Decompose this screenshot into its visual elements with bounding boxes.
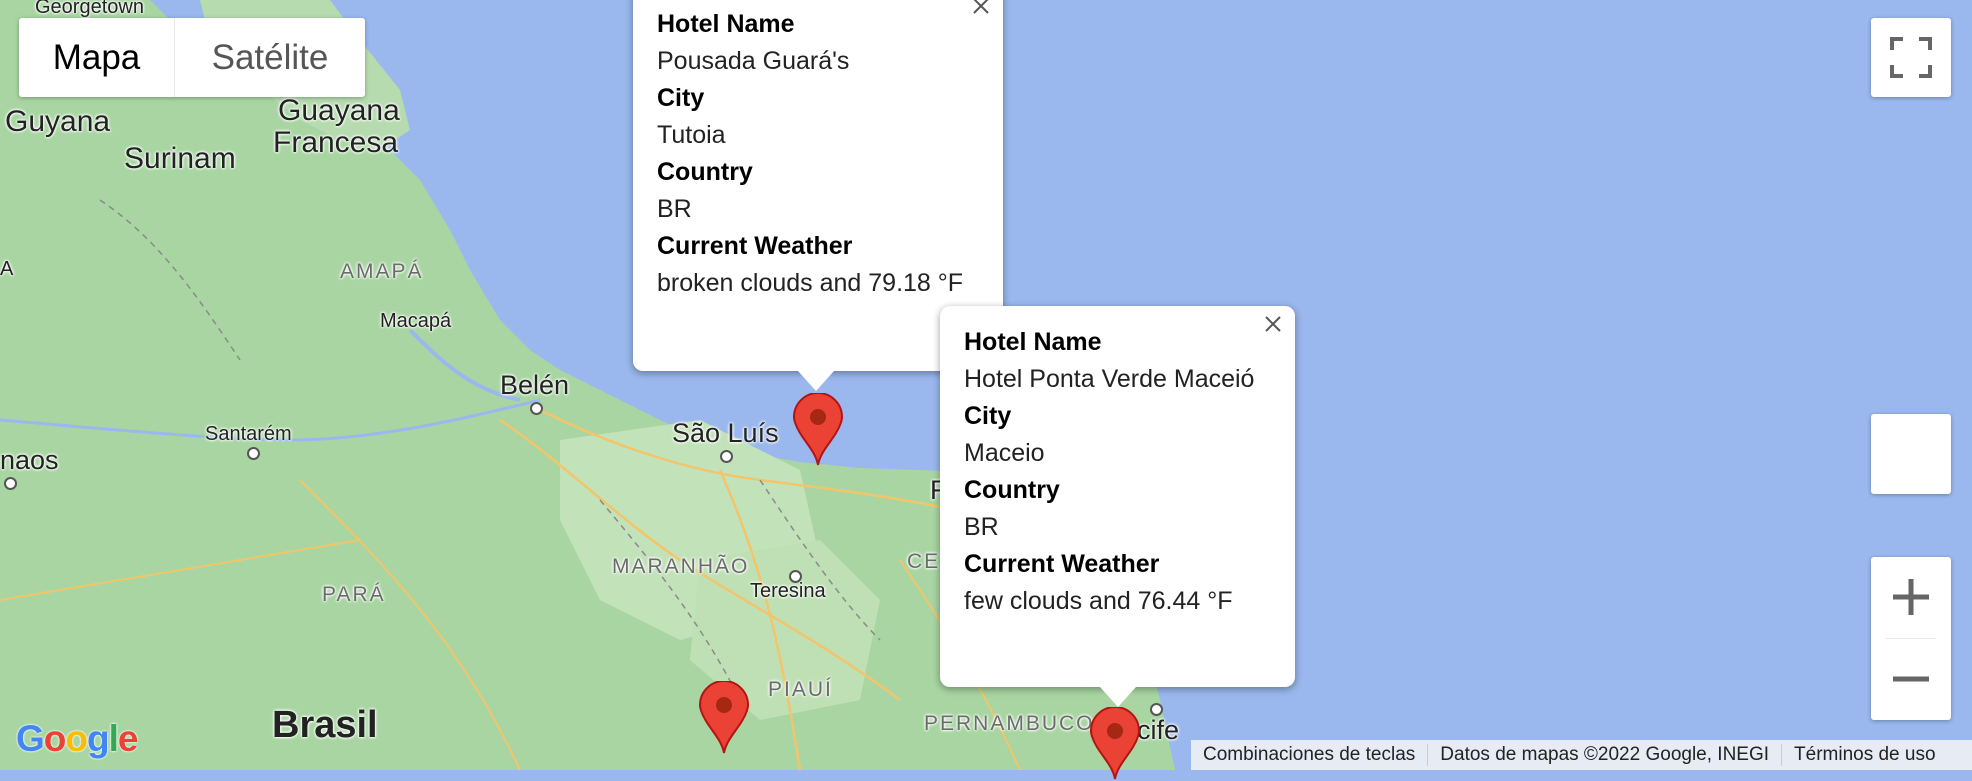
city-label: City bbox=[964, 402, 1012, 430]
city-dot-manaos bbox=[4, 477, 17, 490]
country-value: BR bbox=[964, 513, 999, 541]
label-surinam: Surinam bbox=[124, 142, 236, 175]
map-data-attribution: Datos de mapas ©2022 Google, INEGI bbox=[1427, 744, 1781, 766]
label-guayana-francesa-1: Guayana bbox=[278, 94, 400, 127]
weather-label: Current Weather bbox=[657, 232, 853, 260]
weather-value: broken clouds and 79.18 °F bbox=[657, 269, 964, 297]
country-label: Country bbox=[657, 158, 753, 186]
label-belen: Belén bbox=[500, 370, 570, 400]
label-guyana: Guyana bbox=[5, 105, 111, 138]
city-dot-teresina bbox=[789, 570, 802, 583]
logo-letter: o bbox=[65, 718, 88, 759]
label-ce: CE bbox=[907, 550, 941, 573]
info-window-maceio: Hotel Name Hotel Ponta Verde Maceió City… bbox=[940, 306, 1295, 707]
fullscreen-button[interactable] bbox=[1871, 18, 1951, 97]
city-dot-recife bbox=[1150, 703, 1163, 716]
hotel-name-label: Hotel Name bbox=[964, 328, 1102, 356]
label-sao-luis: São Luís bbox=[672, 418, 779, 448]
hotel-name-value: Pousada Guará's bbox=[657, 47, 850, 75]
keyboard-shortcuts-link[interactable]: Combinaciones de teclas bbox=[1191, 744, 1427, 766]
pegman-control[interactable] bbox=[1871, 414, 1951, 494]
weather-value: few clouds and 76.44 °F bbox=[964, 587, 1233, 615]
label-manaos: naos bbox=[0, 445, 59, 475]
info-window-content: Hotel Name Hotel Ponta Verde Maceió City… bbox=[940, 306, 1295, 620]
hotel-name-label: Hotel Name bbox=[657, 10, 795, 38]
map-marker-tutoia[interactable] bbox=[792, 393, 844, 467]
city-value: Maceio bbox=[964, 439, 1045, 467]
label-brasil: Brasil bbox=[272, 704, 378, 746]
zoom-out-icon[interactable] bbox=[1871, 639, 1951, 720]
info-window-tail bbox=[798, 371, 834, 391]
info-window-content: Hotel Name Pousada Guará's City Tutoia C… bbox=[633, 0, 1003, 302]
map-type-satellite-button[interactable]: Satélite bbox=[175, 18, 365, 97]
fullscreen-icon bbox=[1890, 37, 1932, 78]
zoom-control bbox=[1871, 557, 1951, 720]
label-a-edge: A bbox=[0, 258, 14, 280]
logo-letter: G bbox=[16, 718, 45, 759]
label-guayana-francesa-2: Francesa bbox=[273, 126, 399, 159]
weather-label: Current Weather bbox=[964, 550, 1160, 578]
map-marker-inland[interactable] bbox=[698, 681, 750, 755]
hotel-name-value: Hotel Ponta Verde Maceió bbox=[964, 365, 1255, 393]
country-value: BR bbox=[657, 195, 692, 223]
label-pernambuco: PERNAMBUCO bbox=[924, 712, 1095, 735]
attribution-bar: Combinaciones de teclas Datos de mapas ©… bbox=[1191, 740, 1972, 770]
label-piaui: PIAUÍ bbox=[768, 678, 833, 701]
label-santarem: Santarém bbox=[205, 423, 292, 445]
label-teresina: Teresina bbox=[750, 580, 826, 602]
logo-letter: g bbox=[87, 718, 110, 759]
city-value: Tutoia bbox=[657, 121, 726, 149]
city-dot-santarem bbox=[247, 447, 260, 460]
logo-letter: l bbox=[108, 718, 119, 759]
map-type-control: Mapa Satélite bbox=[19, 18, 365, 97]
close-icon[interactable] bbox=[969, 0, 993, 18]
country-label: Country bbox=[964, 476, 1060, 504]
label-para: PARÁ bbox=[322, 583, 386, 606]
zoom-in-icon[interactable] bbox=[1871, 557, 1951, 638]
terms-link[interactable]: Términos de uso bbox=[1781, 744, 1948, 766]
label-macapa: Macapá bbox=[380, 310, 452, 332]
city-label: City bbox=[657, 84, 705, 112]
label-amapa: AMAPÁ bbox=[340, 260, 424, 283]
google-logo[interactable]: Google bbox=[16, 718, 139, 760]
info-window-tail bbox=[1100, 687, 1136, 707]
logo-letter: o bbox=[43, 718, 67, 759]
logo-letter: e bbox=[117, 718, 139, 759]
label-maranhao: MARANHÃO bbox=[612, 555, 750, 578]
city-dot-belen bbox=[530, 402, 543, 415]
map-type-map-button[interactable]: Mapa bbox=[19, 18, 175, 97]
close-icon[interactable] bbox=[1261, 312, 1285, 336]
label-georgetown: Georgetown bbox=[35, 0, 144, 18]
city-dot-sao-luis bbox=[720, 450, 733, 463]
